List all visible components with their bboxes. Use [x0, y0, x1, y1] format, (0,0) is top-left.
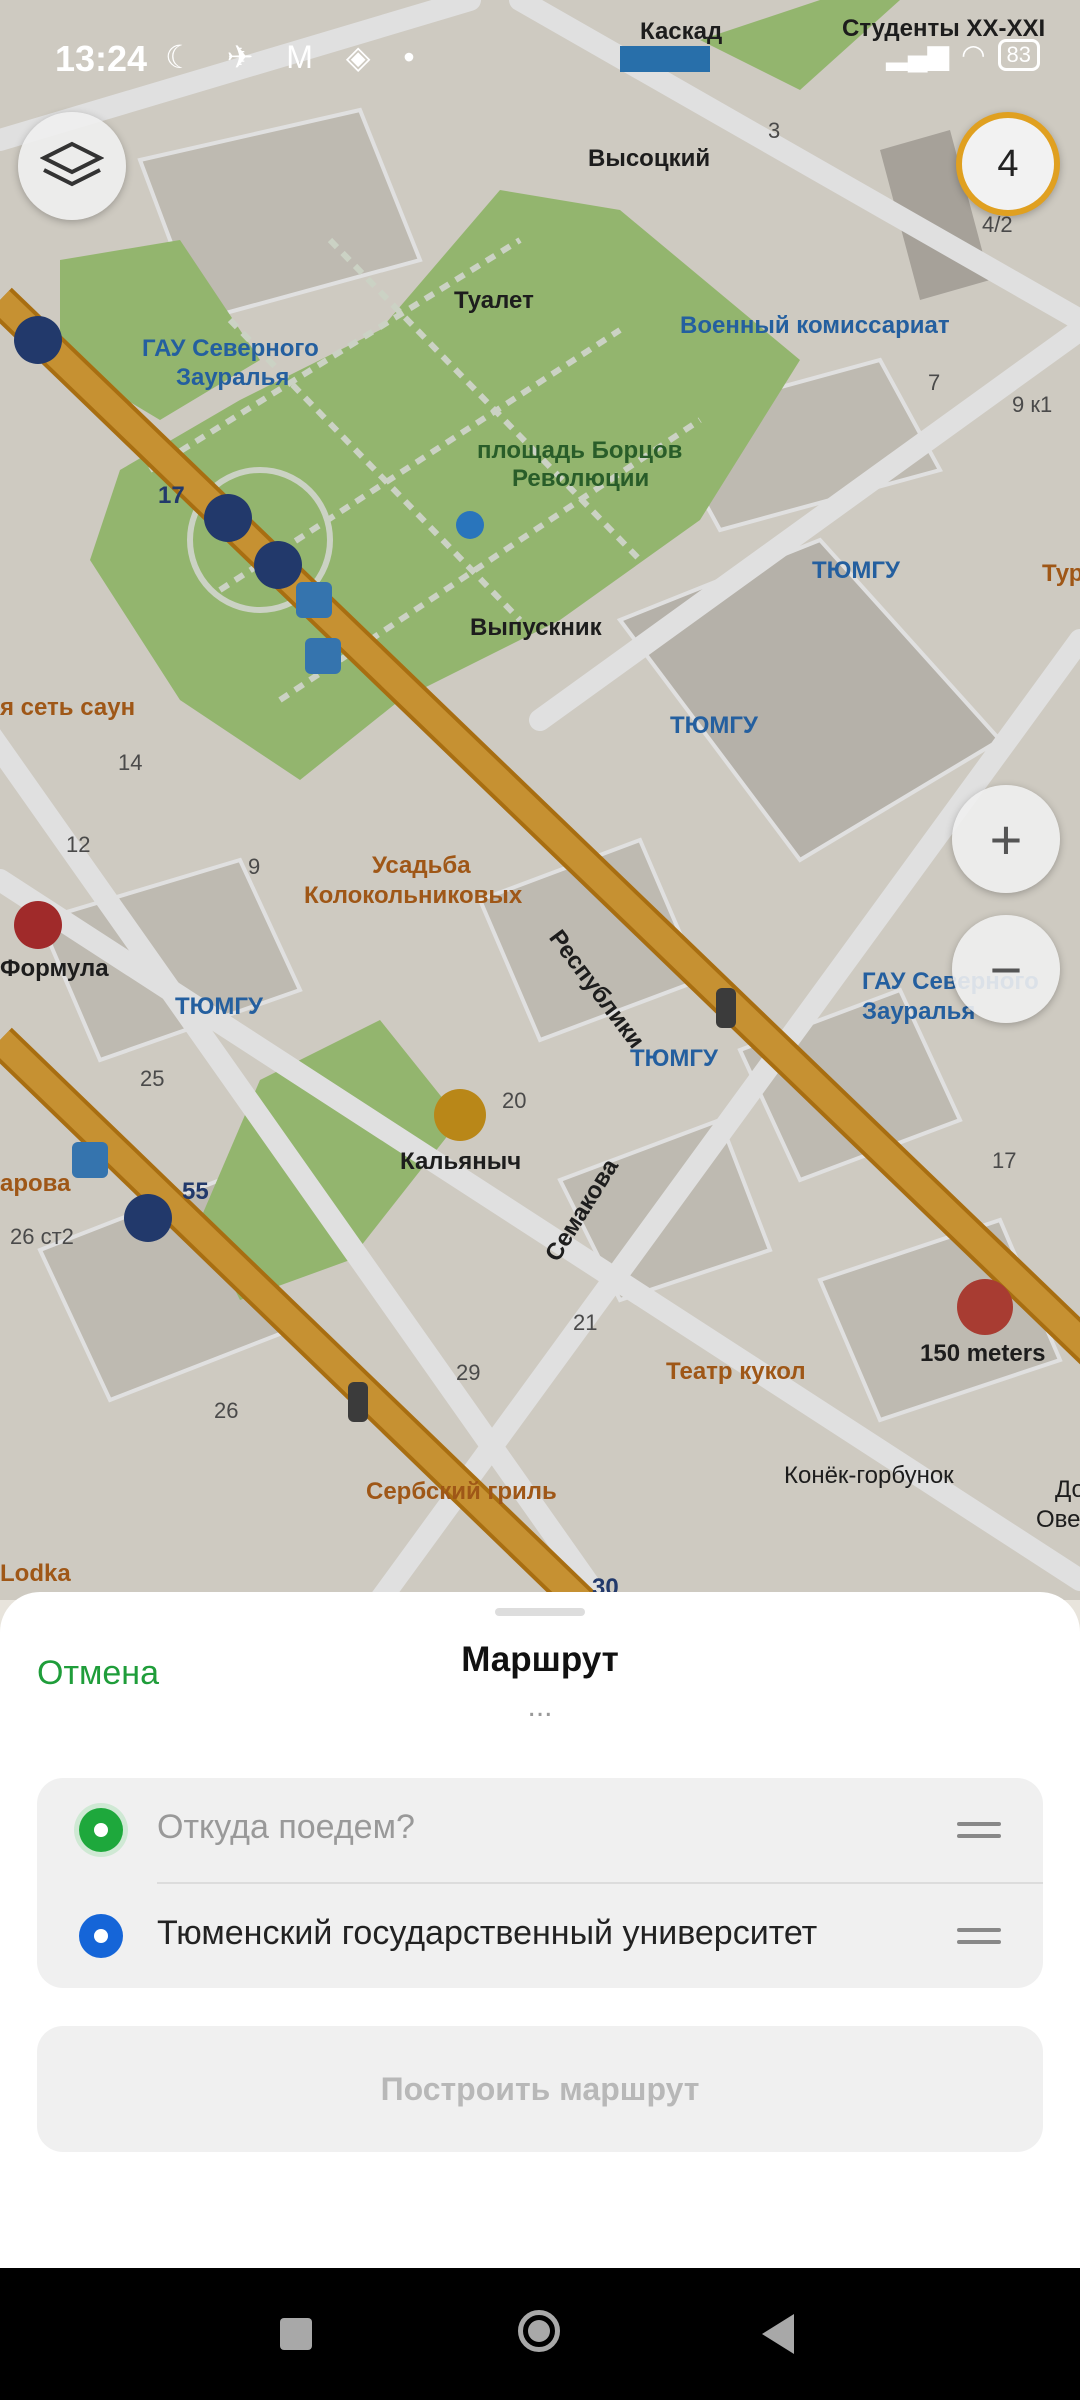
map-label: арова — [0, 1170, 71, 1197]
layers-button[interactable] — [18, 112, 126, 220]
map-label: Колокольниковых — [304, 882, 523, 909]
map-label: 17 — [158, 482, 185, 509]
map-label: Зауралья — [862, 998, 976, 1025]
map-label: Ове — [1036, 1506, 1080, 1533]
map-label: 29 — [456, 1360, 481, 1385]
map-label: 7 — [928, 370, 941, 395]
map-view[interactable]: Каскад Студенты XX-XXI Высоцкий 3 4/2 ГА… — [0, 0, 1080, 1600]
origin-marker-icon — [79, 1808, 123, 1852]
sheet-title: Маршрут — [461, 1640, 619, 1679]
route-bottom-sheet: Отмена Маршрут ... Откуда поедем? Тюменс… — [0, 1592, 1080, 2268]
map-label: Формула — [0, 955, 109, 982]
map-label: 9 к1 — [1012, 392, 1053, 417]
map-label: Выпускник — [470, 614, 602, 641]
map-label: 21 — [573, 1310, 598, 1335]
status-right-icons: ▂▄▆ ◠ 83 — [886, 38, 1040, 71]
layers-icon — [40, 141, 104, 187]
map-label: Сербский гриль — [366, 1478, 557, 1505]
zoom-in-button[interactable]: + — [952, 785, 1060, 893]
map-label: Lodka — [0, 1560, 71, 1587]
map-label: Военный комиссариат — [680, 312, 950, 339]
destination-marker-icon — [79, 1914, 123, 1958]
map-label: 9 — [248, 854, 261, 879]
home-icon[interactable] — [518, 2310, 560, 2352]
route-to-field[interactable]: Тюменский государственный университет — [37, 1884, 1043, 1988]
map-label: площадь Борцов — [477, 437, 683, 464]
recent-apps-icon[interactable] — [280, 2318, 312, 2350]
battery-icon: 83 — [997, 38, 1040, 71]
map-label: 17 — [992, 1148, 1017, 1173]
map-label: 3 — [768, 118, 781, 143]
status-bar: 13:24 ☾ ✈ M ◈ • ▂▄▆ ◠ 83 — [0, 0, 1080, 100]
status-time: 13:24 — [55, 38, 148, 79]
map-label: 12 — [66, 832, 91, 857]
map-label: Усадьба — [372, 852, 471, 879]
route-points-box: Откуда поедем? Тюменский государственный… — [37, 1778, 1043, 1988]
map-label: 26 ст2 — [10, 1224, 74, 1249]
map-label: 25 — [140, 1066, 165, 1091]
map-label: Конёк-горбунок — [784, 1462, 954, 1489]
build-route-button[interactable]: Построить маршрут — [37, 2026, 1043, 2152]
zoom-out-button[interactable]: − — [952, 915, 1060, 1023]
map-label: Театр кукол — [666, 1358, 806, 1385]
map-label: 20 — [502, 1088, 527, 1113]
route-from-field[interactable]: Откуда поедем? — [37, 1778, 1043, 1882]
map-label: ТЮМГУ — [812, 557, 900, 584]
signal-icon: ▂▄▆ — [886, 39, 950, 70]
map-label: ГАУ Северного — [142, 335, 319, 362]
from-input-placeholder[interactable]: Откуда поедем? — [157, 1808, 415, 1847]
map-graphics — [0, 0, 1080, 1600]
map-label: ТЮМГУ — [630, 1045, 718, 1072]
map-label: ТЮМГУ — [175, 993, 263, 1020]
map-label: Высоцкий — [588, 145, 711, 172]
map-label: Зауралья — [176, 364, 290, 391]
system-navigation-bar — [0, 2268, 1080, 2400]
notification-icons: ☾ ✈ M ◈ • — [165, 39, 427, 75]
map-label: Кальяныч — [400, 1148, 522, 1175]
drag-handle-icon[interactable] — [957, 1822, 1001, 1840]
map-label: 55 — [182, 1178, 209, 1205]
map-scale-label: 150 meters — [920, 1340, 1046, 1367]
drag-handle-icon[interactable] — [957, 1928, 1001, 1946]
map-label: Тур — [1042, 560, 1080, 587]
map-label: До — [1055, 1476, 1080, 1503]
map-label: ТЮМГУ — [670, 712, 758, 739]
to-input-value[interactable]: Тюменский государственный университет — [157, 1914, 817, 1953]
map-label: Туалет — [454, 287, 534, 314]
map-label: я сеть саун — [0, 694, 136, 721]
map-label: Революции — [512, 465, 650, 492]
map-label: 14 — [118, 750, 143, 775]
notification-count-badge[interactable]: 4 — [956, 112, 1060, 216]
more-options-icon[interactable]: ... — [0, 1690, 1080, 1724]
back-icon[interactable] — [762, 2314, 794, 2354]
sheet-drag-handle[interactable] — [495, 1608, 585, 1616]
wifi-icon: ◠ — [961, 39, 986, 70]
map-label: 26 — [214, 1398, 239, 1423]
